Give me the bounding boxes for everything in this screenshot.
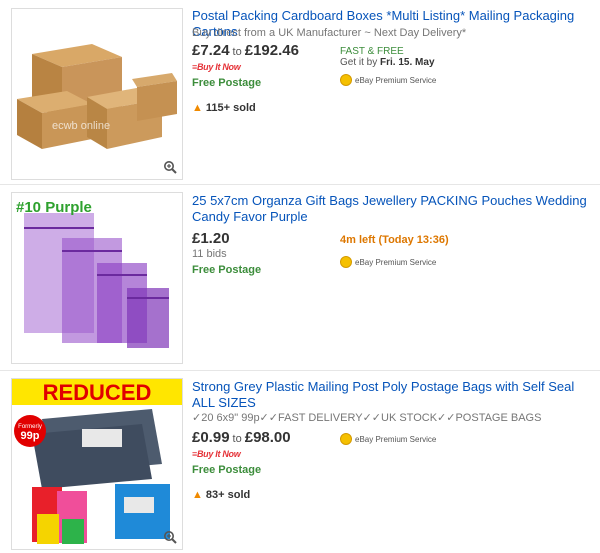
service-info: eBay Premium Service <box>340 433 436 445</box>
free-postage: Free Postage <box>192 264 262 276</box>
price-to-word: to <box>232 46 242 58</box>
item-subtitle: Buy direct from a UK Manufacturer ~ Next… <box>192 27 467 39</box>
item-title-link[interactable]: 25 5x7cm Organza Gift Bags Jewellery PAC… <box>192 193 592 225</box>
get-it-prefix: Get it by <box>340 57 378 68</box>
magnifier-icon[interactable] <box>163 160 177 174</box>
buy-it-now-logo: ≡Buy It Now <box>192 449 241 459</box>
premium-service: eBay Premium Service <box>340 256 449 268</box>
get-it-date: Fri. 15. May <box>380 57 435 68</box>
free-postage: Free Postage <box>192 464 262 476</box>
premium-service-label: eBay Premium Service <box>355 257 437 267</box>
listing-item: #10 Purple 25 5x7cm Organza Gift Bags Je… <box>0 184 600 371</box>
price-range: £0.99 to £98.00 <box>192 429 291 447</box>
medal-icon <box>340 433 352 445</box>
premium-service-label: eBay Premium Service <box>355 75 437 85</box>
image-caption: #10 Purple <box>16 199 92 216</box>
fast-free-label: FAST & FREE <box>340 46 404 57</box>
sold-count-label: 115+ sold <box>205 102 256 114</box>
badge-line2: 99p <box>21 430 40 442</box>
item-title-link[interactable]: Strong Grey Plastic Mailing Post Poly Po… <box>192 379 592 411</box>
buy-it-now-logo: ≡Buy It Now <box>192 62 241 72</box>
item-thumbnail[interactable]: #10 Purple <box>11 192 183 364</box>
listing-item: ecwb online Postal Packing Cardboard Box… <box>0 0 600 185</box>
auction-info: 4m left (Today 13:36) eBay Premium Servi… <box>340 234 449 268</box>
price-range: £7.24 to £192.46 <box>192 42 299 60</box>
flame-icon: ▲ <box>192 102 203 114</box>
delivery-info: FAST & FREE Get it by Fri. 15. May eBay … <box>340 46 436 86</box>
image-watermark: ecwb online <box>52 120 110 132</box>
premium-service: eBay Premium Service <box>340 74 436 86</box>
premium-service: eBay Premium Service <box>340 433 436 445</box>
buy-it-now-label: Buy It Now <box>196 449 241 459</box>
cardboard-boxes-image: ecwb online <box>12 9 182 179</box>
free-postage: Free Postage <box>192 77 262 89</box>
flame-icon: ▲ <box>192 489 203 501</box>
get-it-by: Get it by Fri. 15. May <box>340 57 436 68</box>
sold-count-label: 83+ sold <box>205 489 251 501</box>
item-thumbnail[interactable]: REDUCED Formerly 99p <box>11 378 183 550</box>
mailing-bags-image: REDUCED Formerly 99p <box>12 379 182 549</box>
price-to: £192.46 <box>244 42 299 59</box>
price-from: £7.24 <box>192 42 230 59</box>
medal-icon <box>340 256 352 268</box>
magnifier-icon[interactable] <box>163 530 177 544</box>
bid-count: 11 bids <box>192 248 227 260</box>
sold-count: ▲ 115+ sold <box>192 102 256 114</box>
time-left: 4m left (Today 13:36) <box>340 234 449 246</box>
item-subtitle: ✓20 6x9" 99p✓✓FAST DELIVERY✓✓UK STOCK✓✓P… <box>192 412 542 424</box>
image-banner: REDUCED <box>43 380 152 405</box>
buy-it-now-label: Buy It Now <box>196 62 241 72</box>
premium-service-label: eBay Premium Service <box>355 434 437 444</box>
price-to: £98.00 <box>244 429 291 446</box>
price-from: £0.99 <box>192 429 230 446</box>
price-to-word: to <box>232 433 242 445</box>
sold-count: ▲ 83+ sold <box>192 489 250 501</box>
price-value: £1.20 <box>192 230 230 247</box>
item-thumbnail[interactable]: ecwb online <box>11 8 183 180</box>
organza-bags-image: #10 Purple <box>12 193 182 363</box>
medal-icon <box>340 74 352 86</box>
listing-item: REDUCED Formerly 99p Strong Grey Plastic… <box>0 370 600 553</box>
price: £1.20 <box>192 230 230 248</box>
